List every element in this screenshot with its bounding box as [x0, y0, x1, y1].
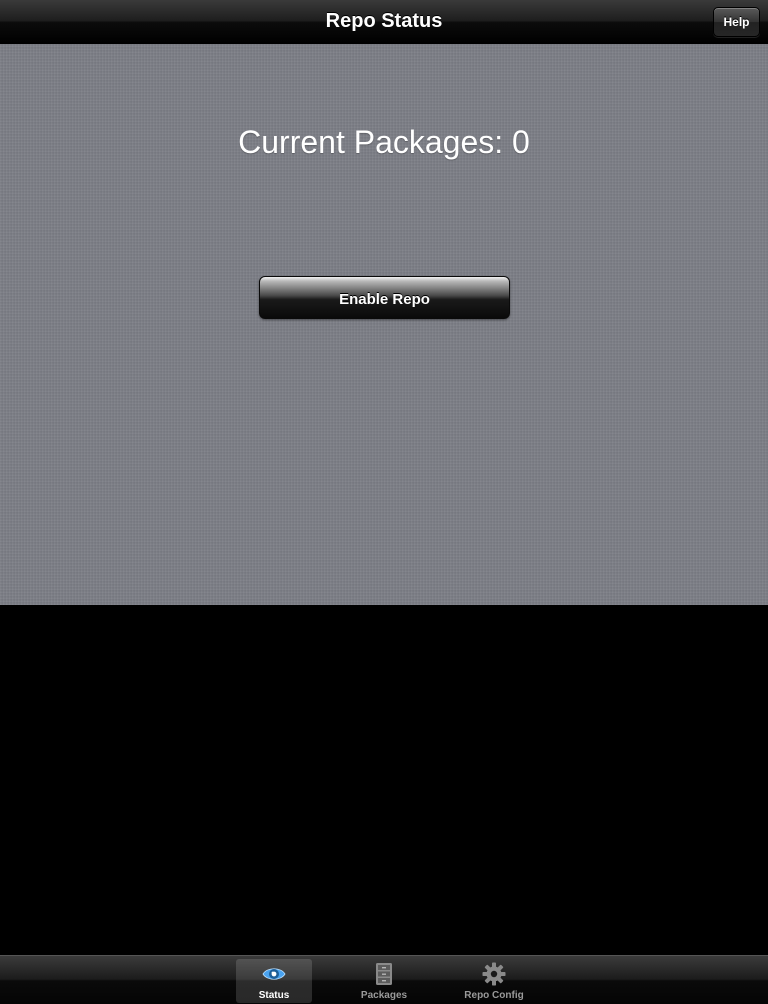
cabinet-icon [376, 963, 392, 985]
enable-repo-button[interactable]: Enable Repo [259, 276, 510, 319]
tab-status[interactable]: Status [236, 959, 312, 1003]
help-button[interactable]: Help [713, 7, 760, 37]
tab-packages[interactable]: Packages [346, 959, 422, 1003]
empty-area [0, 605, 768, 955]
tab-label-packages: Packages [360, 990, 408, 1001]
page-title: Repo Status [325, 10, 443, 32]
eye-icon [262, 968, 286, 980]
navigation-bar: Repo Status Help [0, 0, 768, 44]
current-packages-label: Current Packages: 0 [238, 124, 530, 160]
status-content: Current Packages: 0 Enable Repo [0, 44, 768, 605]
gear-icon [482, 962, 506, 986]
tab-label-repo-config: Repo Config [464, 990, 524, 1001]
tab-bar: Status Packages Repo Config [0, 955, 768, 1004]
tab-repo-config[interactable]: Repo Config [456, 959, 532, 1003]
tab-label-status: Status [258, 990, 290, 1001]
